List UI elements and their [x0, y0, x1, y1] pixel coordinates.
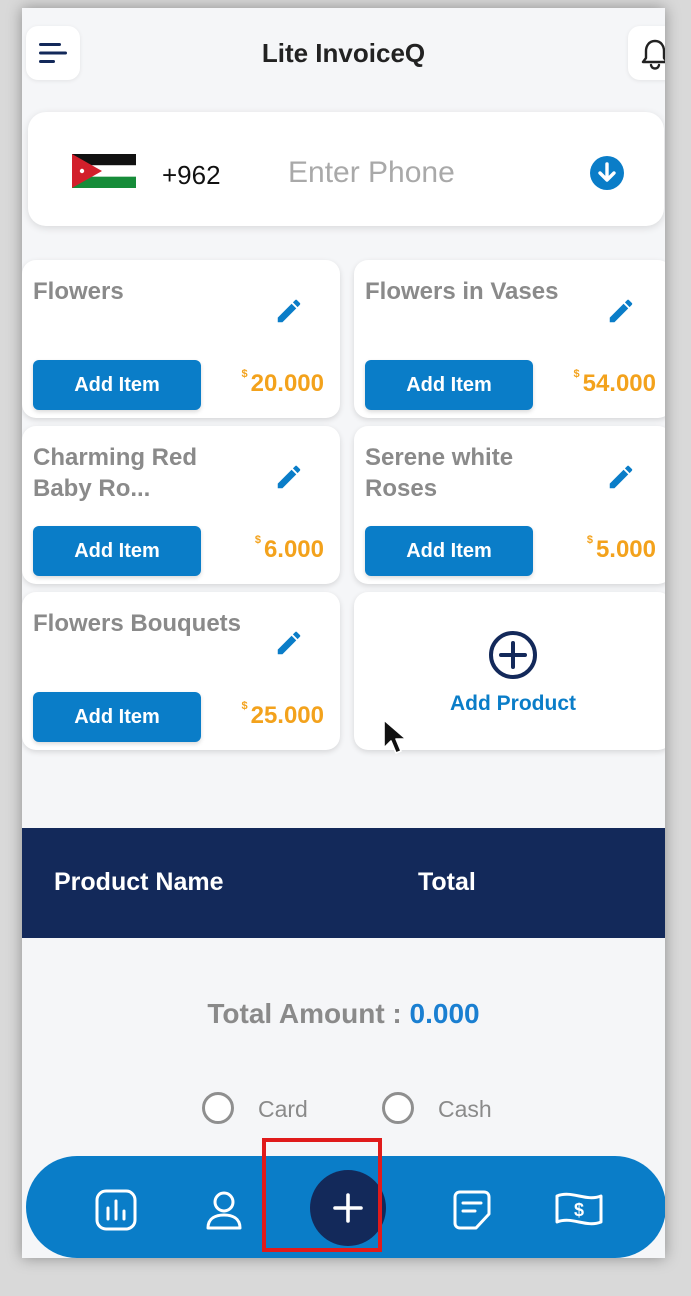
total-amount-label: Total Amount :	[207, 998, 402, 1029]
edit-icon[interactable]	[606, 462, 636, 492]
card-radio[interactable]	[202, 1092, 234, 1124]
app-title: Lite InvoiceQ	[261, 38, 426, 68]
product-card[interactable]: Flowers Bouquets Add Item $25.000	[22, 592, 340, 750]
product-name: Flowers in Vases	[365, 278, 559, 305]
note-icon[interactable]	[450, 1188, 494, 1232]
add-circle-icon	[489, 631, 537, 679]
product-card[interactable]: Serene white Roses Add Item $5.000	[354, 426, 665, 584]
mouse-cursor-icon	[383, 719, 407, 754]
total-amount-value: 0.000	[409, 998, 480, 1029]
column-product-name: Product Name	[54, 868, 224, 896]
edit-icon[interactable]	[274, 296, 304, 326]
chart-icon[interactable]	[94, 1188, 138, 1232]
column-total: Total	[418, 868, 476, 896]
product-name: Flowers	[33, 278, 124, 305]
highlight-box	[262, 1138, 382, 1252]
top-bar: Lite InvoiceQ	[22, 8, 665, 100]
svg-text:$: $	[574, 1200, 584, 1220]
add-item-button[interactable]: Add Item	[33, 526, 201, 576]
product-name: Charming Red Baby Ro...	[33, 444, 198, 502]
cash-radio[interactable]	[382, 1092, 414, 1124]
product-card[interactable]: Flowers Add Item $20.000	[22, 260, 340, 418]
add-item-button[interactable]: Add Item	[365, 360, 533, 410]
product-name: Flowers Bouquets	[33, 610, 242, 637]
invoice-table-header: Product Name Total	[22, 828, 665, 938]
product-price: $5.000	[586, 534, 656, 563]
add-item-button[interactable]: Add Item	[33, 360, 201, 410]
user-icon[interactable]	[202, 1188, 246, 1232]
download-icon[interactable]	[590, 156, 624, 190]
add-item-button[interactable]: Add Item	[365, 526, 533, 576]
add-item-button[interactable]: Add Item	[33, 692, 201, 742]
phone-entry-card: +962	[28, 112, 664, 226]
edit-icon[interactable]	[606, 296, 636, 326]
product-name: Serene white Roses	[365, 444, 514, 502]
total-amount: Total Amount : 0.000	[22, 998, 665, 1030]
phone-input[interactable]	[286, 152, 590, 194]
bell-icon	[641, 39, 665, 70]
product-price: $25.000	[241, 700, 324, 729]
app-screen: Lite InvoiceQ +962 Flowers	[22, 8, 665, 1258]
product-price: $20.000	[241, 368, 324, 397]
country-dial-code[interactable]: +962	[162, 160, 221, 191]
product-card[interactable]: Flowers in Vases Add Item $54.000	[354, 260, 665, 418]
notifications-button[interactable]	[628, 26, 665, 80]
edit-icon[interactable]	[274, 628, 304, 658]
product-price: $6.000	[254, 534, 324, 563]
add-product-label: Add Product	[450, 692, 576, 715]
product-price: $54.000	[573, 368, 656, 397]
card-label: Card	[258, 1096, 308, 1122]
product-card[interactable]: Charming Red Baby Ro... Add Item $6.000	[22, 426, 340, 584]
money-icon[interactable]: $	[554, 1188, 604, 1232]
jordan-flag-icon	[72, 154, 136, 188]
edit-icon[interactable]	[274, 462, 304, 492]
product-grid: Flowers Add Item $20.000 Flowers in Vase…	[22, 260, 665, 770]
cash-label: Cash	[438, 1096, 492, 1122]
